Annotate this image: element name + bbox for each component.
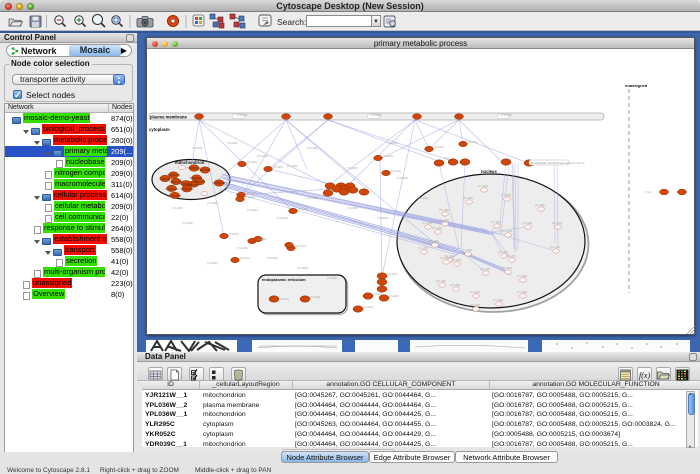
- svg-text:(Yx.xW): (Yx.xW): [522, 221, 532, 225]
- svg-text:(Yx.xW): (Yx.xW): [440, 256, 450, 260]
- svg-text:cytoplasm: cytoplasm: [149, 127, 170, 132]
- svg-text:plasma membrane: plasma membrane: [150, 115, 187, 120]
- svg-text:(Yx.xW): (Yx.xW): [422, 221, 432, 225]
- svg-text:(Yx.xW): (Yx.xW): [429, 239, 439, 243]
- svg-text:(Yxx2C): (Yxx2C): [434, 145, 444, 149]
- svg-text:endoplasmic reticulum: endoplasmic reticulum: [262, 277, 306, 282]
- svg-text:(Yx.xW): (Yx.xW): [463, 196, 473, 200]
- svg-text:(Yx.xW): (Yx.xW): [432, 226, 442, 230]
- svg-text:(Yxx1W): (Yxx1W): [501, 113, 512, 117]
- svg-text:(Yx.xW): (Yx.xW): [439, 208, 449, 212]
- svg-text:(Yx.xW): (Yx.xW): [470, 290, 480, 294]
- svg-text:(Yx.xW): (Yx.xW): [552, 221, 562, 225]
- svg-text:(Yxx2C): (Yxx2C): [389, 294, 399, 298]
- svg-text:(Yxx1W): (Yxx1W): [377, 216, 388, 220]
- svg-text:(Yxx2C): (Yxx2C): [245, 195, 255, 199]
- svg-text:(Yx.xW): (Yx.xW): [451, 258, 461, 262]
- svg-text:(Yxx1W): (Yxx1W): [307, 146, 318, 150]
- svg-text:(Yxx2C): (Yxx2C): [296, 244, 306, 248]
- svg-text:(Yxx1W): (Yxx1W): [371, 113, 382, 117]
- svg-text:(Yxx2C): (Yxx2C): [229, 232, 239, 236]
- svg-text:(Yxx1W): (Yxx1W): [237, 113, 248, 117]
- svg-text:mitochondrion: mitochondrion: [175, 160, 205, 165]
- svg-text:(Yxx1W): (Yxx1W): [307, 196, 318, 200]
- svg-text:(Yx.xW): (Yx.xW): [550, 245, 560, 249]
- svg-text:(Yx.xW): (Yx.xW): [478, 184, 488, 188]
- svg-text:(Yxx2C): (Yxx2C): [273, 165, 283, 169]
- svg-text:(Yxx1W): (Yxx1W): [182, 221, 193, 225]
- svg-text:(Yxx1W): (Yxx1W): [277, 216, 288, 220]
- svg-text:(Yxx): (Yxx): [645, 190, 652, 194]
- svg-text:YxR0xxW: YxR0xxW: [212, 181, 225, 185]
- svg-text:(Yx.xW): (Yx.xW): [493, 298, 503, 302]
- svg-text:nucleus: nucleus: [481, 169, 497, 174]
- svg-text:(Yxx1W): (Yxx1W): [247, 208, 258, 212]
- svg-text:(Yxx2C): (Yxx2C): [298, 207, 308, 211]
- svg-text:(Yxx1W): (Yxx1W): [387, 141, 398, 145]
- svg-text:(Yx.xW): (Yx.xW): [506, 254, 516, 258]
- svg-text:(Yx): (Yx): [444, 156, 449, 160]
- svg-text:(Yxx2C): (Yxx2C): [468, 140, 478, 144]
- svg-text:(Yxx1W): (Yxx1W): [207, 201, 218, 205]
- svg-text:(Yxx1W): (Yxx1W): [397, 176, 408, 180]
- svg-text:(Yxx1W): (Yxx1W): [347, 166, 358, 170]
- svg-text:YxR0xxW: YxR0xxW: [168, 194, 181, 198]
- svg-text:(Yxx1W): (Yxx1W): [207, 261, 218, 265]
- svg-text:(Yxx1W): (Yxx1W): [287, 164, 298, 168]
- svg-text:(Yxx1W): (Yxx1W): [347, 206, 358, 210]
- svg-text:(Yxx2C): (Yxx2C): [279, 297, 289, 301]
- svg-text:(Yxx2C): (Yxx2C): [240, 256, 250, 260]
- svg-text:(Yx.xW): (Yx.xW): [517, 274, 527, 278]
- svg-text:(Yx.xW): (Yx.xW): [535, 203, 545, 207]
- svg-text:(Yx.xW): (Yx.xW): [480, 267, 490, 271]
- svg-text:(Yxx1W): (Yxx1W): [417, 196, 428, 200]
- svg-text:(Yxx1W): (Yxx1W): [192, 146, 203, 150]
- svg-text:(Yx.xW): (Yx.xW): [501, 193, 511, 197]
- svg-text:(Yxx2C): (Yxx2C): [247, 160, 257, 164]
- svg-text:(Yxx1W-A): (Yxx1W-A): [571, 161, 585, 165]
- svg-text:(Yxx2C): (Yxx2C): [387, 272, 397, 276]
- svg-text:(Yxx1W): (Yxx1W): [297, 266, 308, 270]
- svg-text:(Yx.xW): (Yx.xW): [517, 290, 527, 294]
- svg-text:(Yx.xW): (Yx.xW): [502, 229, 512, 233]
- svg-text:f(x): f(x): [639, 371, 650, 380]
- svg-text:(Yxx2C): (Yxx2C): [363, 305, 373, 309]
- svg-text:(Yx.xW): (Yx.xW): [450, 283, 460, 287]
- svg-text:(Yxx2C): (Yxx2C): [391, 169, 401, 173]
- svg-text:unassigned: unassigned: [625, 83, 648, 88]
- svg-text:(Yx.xW): (Yx.xW): [470, 303, 480, 307]
- svg-text:(Yx.xW): (Yx.xW): [462, 248, 472, 252]
- svg-text:(Yxx2C): (Yxx2C): [373, 292, 383, 296]
- svg-text:intracellular membrane-bound: intracellular membrane-bound: [531, 161, 571, 165]
- svg-text:(Yx.xW): (Yx.xW): [436, 279, 446, 283]
- svg-text:(Yxx1W): (Yxx1W): [227, 141, 238, 145]
- svg-text:(Yxx1W): (Yxx1W): [257, 154, 268, 158]
- svg-text:YxR0xxW: YxR0xxW: [197, 168, 210, 172]
- svg-text:(Yxx2C): (Yxx2C): [257, 237, 267, 241]
- svg-text:(Yxx1W): (Yxx1W): [172, 206, 183, 210]
- svg-text:YxR0xxW: YxR0xxW: [180, 187, 193, 191]
- svg-text:(Yxx1W): (Yxx1W): [237, 246, 248, 250]
- svg-text:(Yxx2C): (Yxx2C): [310, 295, 320, 299]
- svg-text:(Yx.xW): (Yx.xW): [418, 246, 428, 250]
- svg-text:(Yxx1W): (Yxx1W): [267, 256, 278, 260]
- svg-text:(Yxx1W): (Yxx1W): [327, 276, 338, 280]
- svg-text:(Yx.xW): (Yx.xW): [439, 218, 449, 222]
- svg-text:YxR0xxW: YxR0xxW: [165, 187, 178, 191]
- svg-text:(Yxx2C): (Yxx2C): [383, 154, 393, 158]
- svg-text:(Yx.xW): (Yx.xW): [502, 266, 512, 270]
- svg-text:(Yx.xW): (Yx.xW): [491, 220, 501, 224]
